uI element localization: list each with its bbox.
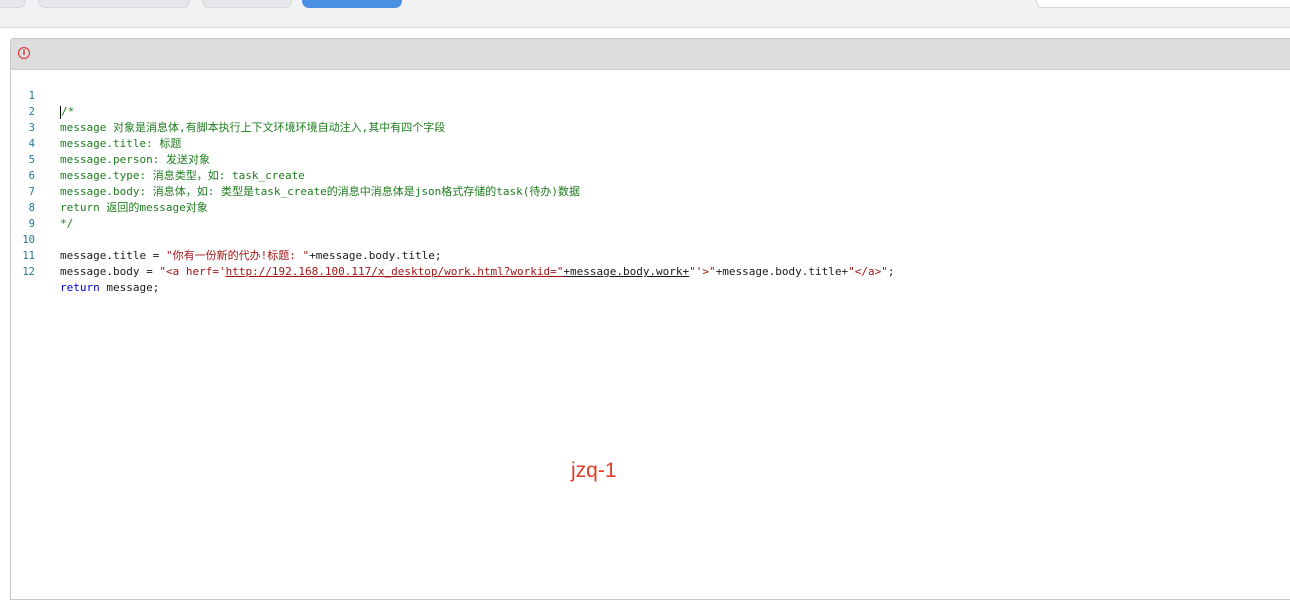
- code-token: message;: [99, 281, 160, 294]
- keyword-token: return: [60, 281, 100, 294]
- tab-pill-3[interactable]: [202, 0, 292, 8]
- code-line[interactable]: 2 message 对象是消息体,有脚本执行上下文环境环境自动注入,其中有四个字…: [11, 88, 1290, 134]
- error-icon[interactable]: i: [18, 47, 30, 59]
- tab-pill-active[interactable]: [302, 0, 402, 8]
- code-line[interactable]: 6 message.body: 消息体，如: 类型是task_create的消息…: [11, 152, 1290, 198]
- code-token: message.body =: [60, 265, 160, 278]
- code-line[interactable]: 4 message.person: 发送对象: [11, 120, 1290, 166]
- code-line[interactable]: 10 message.title = "你有一份新的代办!标题: "+messa…: [11, 216, 1290, 262]
- code-line[interactable]: 5 message.type: 消息类型，如: task_create: [11, 136, 1290, 182]
- code-line[interactable]: 7 return 返回的message对象: [11, 168, 1290, 214]
- tab-pill-1[interactable]: [0, 0, 26, 8]
- browser-topbar: [0, 0, 1290, 28]
- code-editor[interactable]: i 1 /* 2 message 对象是消息体,有脚本执行上下文环境环境自动注入…: [10, 38, 1290, 600]
- code-token: +message.body.work+: [563, 265, 690, 278]
- code-line[interactable]: 8 */: [11, 184, 1290, 230]
- code-line[interactable]: 9: [11, 200, 1290, 230]
- code-token: ;: [887, 265, 895, 278]
- string-token: "<a herf=': [159, 265, 226, 278]
- code-line[interactable]: 1 /*: [11, 72, 1290, 119]
- tab-pill-2[interactable]: [38, 0, 190, 8]
- code-token: +message.body.title+: [715, 265, 849, 278]
- search-input[interactable]: [1036, 0, 1290, 8]
- code-line[interactable]: 3 message.title: 标题: [11, 104, 1290, 150]
- editor-header: i: [11, 39, 1290, 70]
- url-link[interactable]: http://192.168.100.117/x_desktop/work.ht…: [226, 265, 564, 278]
- string-token: "'>": [689, 265, 716, 278]
- code-line[interactable]: 11 message.body = "<a herf='http://192.1…: [11, 232, 1290, 278]
- string-token: "</a>": [848, 265, 888, 278]
- line-number: 12: [22, 266, 35, 278]
- code-area[interactable]: 1 /* 2 message 对象是消息体,有脚本执行上下文环境环境自动注入,其…: [11, 72, 1290, 294]
- watermark-label: jzq-1: [571, 459, 617, 482]
- code-line[interactable]: 12 return message;: [11, 248, 1290, 294]
